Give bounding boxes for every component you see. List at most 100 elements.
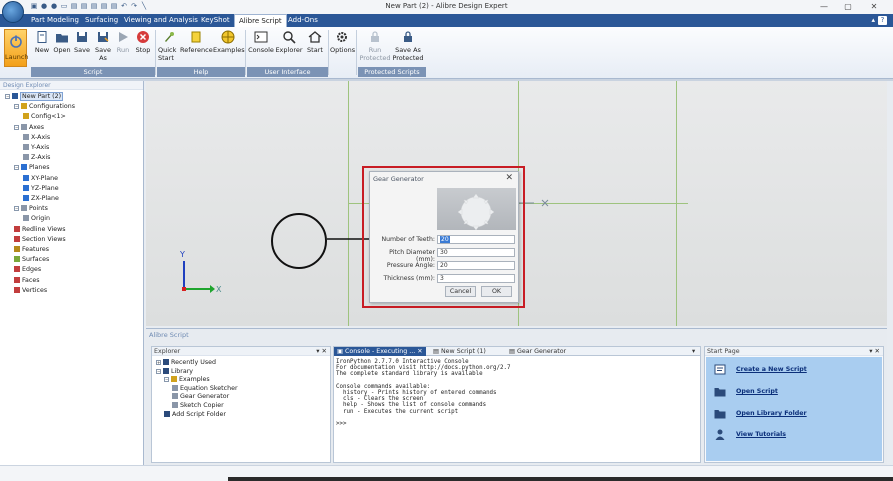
- dialog-close-button[interactable]: ✕: [505, 173, 513, 183]
- stop-button[interactable]: Stop: [134, 30, 152, 54]
- search-icon: [163, 359, 169, 365]
- thickness-input[interactable]: 3: [437, 274, 515, 283]
- close-button[interactable]: ✕: [862, 1, 886, 13]
- tree-item[interactable]: Origin: [23, 214, 50, 224]
- open-library-folder-link[interactable]: Open Library Folder: [736, 410, 807, 417]
- start-page-title: Start Page: [705, 347, 883, 356]
- teeth-input[interactable]: 20: [437, 235, 515, 244]
- expand-toggle-icon[interactable]: −: [5, 94, 10, 99]
- tab-list-dropdown-icon[interactable]: ▾: [689, 347, 698, 356]
- tree-item[interactable]: Config<1>: [23, 112, 66, 122]
- tree-item[interactable]: ZX-Plane: [23, 194, 59, 204]
- tree-item[interactable]: Vertices: [14, 286, 47, 296]
- start-button[interactable]: Start: [304, 30, 326, 54]
- tab-surfacing[interactable]: Surfacing: [81, 14, 122, 27]
- ribbon-collapse-icon[interactable]: ▴: [871, 16, 875, 24]
- tab-new-script[interactable]: ▤ New Script (1): [430, 347, 489, 356]
- minimize-button[interactable]: —: [812, 1, 836, 13]
- tab-add-ons[interactable]: Add-Ons: [284, 14, 322, 27]
- options-button[interactable]: Options: [330, 30, 355, 54]
- tree-item[interactable]: Surfaces: [14, 255, 49, 265]
- tree-item[interactable]: − Configurations: [14, 102, 75, 112]
- tree-item[interactable]: Redline Views: [14, 225, 66, 235]
- script-icon: [172, 402, 178, 408]
- help-icon[interactable]: ?: [878, 16, 887, 25]
- tree-item-label: Redline Views: [22, 225, 66, 233]
- tree-item[interactable]: Section Views: [14, 235, 66, 245]
- tab-viewing-and-analysis[interactable]: Viewing and Analysis: [120, 14, 202, 27]
- pane-pin-close-icon[interactable]: ▾ ✕: [869, 347, 880, 355]
- save-as-button[interactable]: Save As: [93, 30, 113, 62]
- script-tab-icon: ▤: [433, 348, 441, 355]
- new-script-button[interactable]: New: [33, 30, 51, 54]
- pressure-angle-input[interactable]: 20: [437, 261, 515, 270]
- open-script-button[interactable]: Open: [52, 30, 72, 54]
- tab-console[interactable]: ▣ Console - Executing ... ✕: [334, 347, 426, 356]
- tree-item[interactable]: − Points: [14, 204, 48, 214]
- new-file-icon: [37, 31, 47, 43]
- expand-toggle-icon[interactable]: −: [14, 206, 19, 212]
- run-button[interactable]: Run: [115, 30, 131, 54]
- tree-item[interactable]: − Planes: [14, 163, 50, 173]
- examples-label: Examples: [213, 46, 245, 54]
- console-tab-bar: ▣ Console - Executing ... ✕ ▤ New Script…: [334, 347, 700, 356]
- console-button[interactable]: Console: [248, 30, 274, 54]
- pitch-diameter-input[interactable]: 30: [437, 248, 515, 257]
- console-area[interactable]: ▣ Console - Executing ... ✕ ▤ New Script…: [333, 346, 701, 463]
- examples-button[interactable]: Examples: [213, 30, 245, 54]
- app-logo-icon[interactable]: [2, 1, 24, 23]
- explorer-item-label: Add Script Folder: [172, 410, 226, 418]
- cancel-button[interactable]: Cancel: [445, 286, 476, 297]
- explorer-button[interactable]: Explorer: [275, 30, 303, 54]
- search-icon: [163, 367, 169, 374]
- tree-item[interactable]: Faces: [14, 276, 40, 286]
- create-new-script-link[interactable]: Create a New Script: [736, 366, 807, 373]
- expand-toggle-icon[interactable]: −: [164, 377, 169, 383]
- open-script-link[interactable]: Open Script: [736, 388, 778, 395]
- reference-label: Reference: [180, 46, 213, 54]
- tab-alibre-script[interactable]: Alibre Script: [234, 14, 287, 27]
- y-axis-label: Y: [179, 250, 185, 259]
- quick-start-button[interactable]: Quick Start: [158, 30, 180, 62]
- tree-item[interactable]: X-Axis: [23, 133, 50, 143]
- teeth-value: 20: [440, 236, 450, 243]
- tab-part-modeling[interactable]: Part Modeling: [27, 14, 83, 27]
- tree-item[interactable]: − Axes: [14, 123, 44, 133]
- explorer-item-label: Sketch Copier: [180, 402, 224, 409]
- tree-item-label: Z-Axis: [31, 154, 51, 162]
- expand-toggle-icon[interactable]: −: [14, 124, 19, 130]
- group-protected-scripts: Protected Scripts: [358, 67, 426, 77]
- explorer-item[interactable]: Add Script Folder: [164, 410, 226, 420]
- tree-item-label: Axes: [29, 123, 44, 131]
- expand-toggle-icon[interactable]: −: [156, 368, 161, 374]
- expand-toggle-icon[interactable]: −: [14, 104, 19, 110]
- maximize-button[interactable]: ▢: [836, 1, 860, 13]
- tree-item[interactable]: XY-Plane: [23, 174, 58, 184]
- expand-toggle-icon[interactable]: −: [14, 165, 19, 171]
- view-tutorials-link[interactable]: View Tutorials: [736, 431, 786, 438]
- tab-keyshot[interactable]: KeyShot: [197, 14, 234, 27]
- run-protected-button[interactable]: Run Protected: [359, 30, 391, 62]
- gear-icon: [457, 193, 495, 230]
- expand-toggle-icon[interactable]: +: [156, 360, 161, 365]
- book-icon: [191, 31, 201, 43]
- tab-gear-generator[interactable]: ▤ Gear Generator: [506, 347, 569, 356]
- tree-item[interactable]: Z-Axis: [23, 153, 50, 163]
- tree-item[interactable]: YZ-Plane: [23, 184, 59, 194]
- gear-generator-tab-label: Gear Generator: [516, 348, 567, 355]
- gear-icon: [337, 32, 347, 42]
- save-as-protected-button[interactable]: Save As Protected: [392, 30, 424, 62]
- tree-item-label: YZ-Plane: [31, 184, 59, 192]
- pane-pin-close-icon[interactable]: ▾ ✕: [316, 347, 327, 355]
- tree-item[interactable]: Features: [14, 245, 49, 255]
- console-output[interactable]: IronPython 2.7.7.0 Interactive Console F…: [336, 359, 511, 427]
- tab-close-icon[interactable]: ✕: [415, 348, 422, 355]
- tree-item[interactable]: − New Part (2): [5, 92, 64, 102]
- reference-button[interactable]: Reference: [180, 30, 213, 54]
- launch-button[interactable]: Launch: [4, 29, 29, 67]
- tree-item[interactable]: Edges: [14, 265, 41, 275]
- ok-button[interactable]: OK: [481, 286, 512, 297]
- save-script-button[interactable]: Save: [73, 30, 91, 54]
- tree-item[interactable]: Y-Axis: [23, 143, 49, 153]
- script-icon: [172, 393, 178, 400]
